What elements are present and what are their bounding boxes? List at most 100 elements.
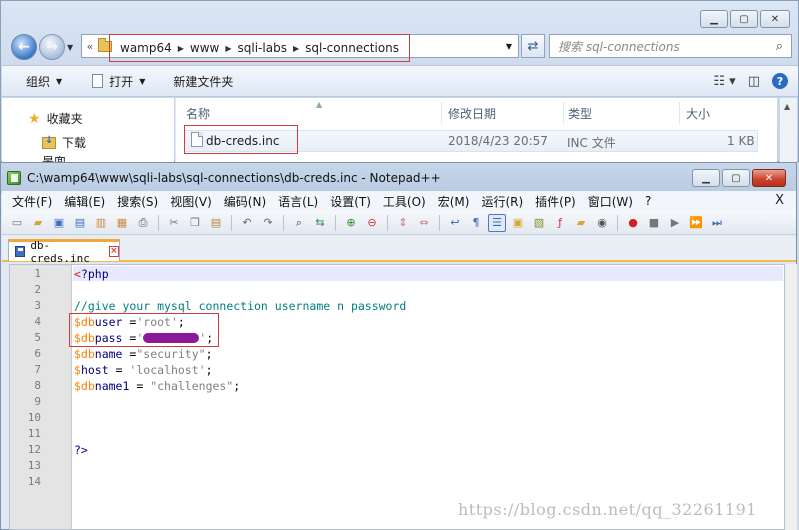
breadcrumb-separator-icon[interactable]: ▶ (178, 44, 184, 53)
line-number: 14 (27, 475, 41, 488)
menu-search[interactable]: 搜索(S) (111, 193, 164, 210)
breadcrumb: wamp64 ▶ www ▶ sqli-labs ▶ sql-connectio… (109, 34, 411, 62)
open-button[interactable]: 打开 ▼ (72, 73, 155, 90)
function-list-icon[interactable]: ƒ (551, 214, 569, 232)
close-button[interactable]: ✕ (760, 10, 790, 28)
word-wrap-icon[interactable]: ↩ (446, 214, 464, 232)
folder-workspace-icon[interactable]: ▰ (572, 214, 590, 232)
minimize-button[interactable]: ▁ (692, 169, 720, 187)
search-icon[interactable]: ⌕ (776, 39, 783, 54)
scroll-up-icon[interactable]: ▲ (784, 102, 790, 111)
zoom-out-icon[interactable]: ⊖ (363, 214, 381, 232)
stop-macro-icon[interactable]: ■ (645, 214, 663, 232)
toolbar-separator (439, 214, 440, 231)
maximize-button[interactable]: ▢ (730, 10, 758, 28)
copy-icon[interactable]: ❐ (186, 214, 204, 232)
column-header-size[interactable]: 大小 (686, 102, 758, 124)
breadcrumb-item[interactable]: sql-connections (305, 41, 399, 55)
sync-vertical-icon[interactable]: ⇕ (394, 214, 412, 232)
column-header-modified[interactable]: 修改日期 (448, 102, 564, 124)
redo-icon[interactable]: ↷ (259, 214, 277, 232)
menu-plugins[interactable]: 插件(P) (529, 193, 582, 210)
line-number: 3 (34, 299, 41, 312)
column-header-label: 名称 (186, 106, 211, 121)
menu-file[interactable]: 文件(F) (6, 193, 58, 210)
breadcrumb-item[interactable]: sqli-labs (238, 41, 287, 55)
toolbar-separator (617, 214, 618, 231)
menu-macro[interactable]: 宏(M) (432, 193, 476, 210)
close-file-icon[interactable]: ▥ (92, 214, 110, 232)
menu-run[interactable]: 运行(R) (475, 193, 529, 210)
view-controls: ☷ ▾ ◫ ? (713, 73, 788, 89)
menu-edit[interactable]: 编辑(E) (58, 193, 111, 210)
menu-view[interactable]: 视图(V) (164, 193, 218, 210)
menu-window[interactable]: 窗口(W) (582, 193, 639, 210)
save-all-icon[interactable]: ▤ (71, 214, 89, 232)
user-language-icon[interactable]: ▣ (509, 214, 527, 232)
new-folder-button[interactable]: 新建文件夹 (155, 73, 243, 90)
maximize-button[interactable]: ▢ (722, 169, 750, 187)
recent-pages-dropdown[interactable]: ▼ (67, 43, 79, 52)
arrow-right-icon: → (46, 39, 58, 55)
print-icon[interactable]: ⎙ (134, 214, 152, 232)
close-document-icon[interactable]: X (775, 193, 784, 208)
variable-prefix: $db (74, 347, 95, 361)
operator: = (108, 363, 130, 377)
close-button[interactable]: ✕ (752, 169, 786, 187)
menu-help[interactable]: ? (639, 194, 657, 208)
menu-language[interactable]: 语言(L) (272, 193, 324, 210)
minimize-button[interactable]: ▁ (700, 10, 728, 28)
menu-settings[interactable]: 设置(T) (324, 193, 377, 210)
open-file-icon[interactable]: ▰ (29, 214, 47, 232)
breadcrumb-separator-icon[interactable]: ▶ (293, 44, 299, 53)
menu-encoding[interactable]: 编码(N) (218, 193, 272, 210)
doc-map-icon[interactable]: ▧ (530, 214, 548, 232)
sidebar-item-favorites[interactable]: ★ 收藏夹 (28, 110, 83, 127)
column-header-type[interactable]: 类型 (568, 102, 680, 124)
menu-tools[interactable]: 工具(O) (377, 193, 432, 210)
credentials-highlight-box (69, 313, 219, 347)
replace-icon[interactable]: ⇆ (311, 214, 329, 232)
code-editor[interactable]: 1 2 3 4 5 6 7 8 9 10 11 12 13 14 <?php /… (9, 264, 785, 530)
toolbar-separator (158, 214, 159, 231)
breadcrumb-item[interactable]: www (190, 41, 219, 55)
address-overflow-chevron[interactable]: « (82, 40, 98, 53)
preview-pane-icon[interactable]: ◫ (748, 74, 760, 89)
code-line-7: $host = 'localhost'; (74, 363, 213, 377)
undo-icon[interactable]: ↶ (238, 214, 256, 232)
save-macro-icon[interactable]: ⏭ (708, 214, 726, 232)
breadcrumb-separator-icon[interactable]: ▶ (225, 44, 231, 53)
run-macro-multiple-icon[interactable]: ⏩ (687, 214, 705, 232)
address-dropdown-icon[interactable]: ▼ (506, 42, 512, 51)
refresh-button[interactable]: ⇄ (521, 34, 545, 58)
find-icon[interactable]: ⌕ (290, 214, 308, 232)
breadcrumb-item[interactable]: wamp64 (120, 41, 172, 55)
sync-horizontal-icon[interactable]: ⇔ (415, 214, 433, 232)
tab-close-icon[interactable]: × (108, 246, 119, 257)
toolbar-separator (387, 214, 388, 231)
forward-button[interactable]: → (39, 34, 65, 60)
sidebar-item-downloads[interactable]: 下载 (42, 134, 86, 151)
close-all-icon[interactable]: ▦ (113, 214, 131, 232)
search-placeholder: 搜索 sql-connections (558, 39, 680, 54)
view-options-icon[interactable]: ☷ ▾ (713, 74, 735, 89)
organize-button[interactable]: 组织 ▼ (2, 73, 72, 90)
new-file-icon[interactable]: ▭ (8, 214, 26, 232)
search-input[interactable]: 搜索 sql-connections ⌕ (549, 34, 792, 58)
cut-icon[interactable]: ✂ (165, 214, 183, 232)
back-button[interactable]: ← (11, 34, 37, 60)
column-header-name[interactable]: 名称 ▲ (186, 100, 442, 124)
arrow-left-icon: ← (18, 39, 30, 55)
record-macro-icon[interactable]: ● (624, 214, 642, 232)
save-icon[interactable]: ▣ (50, 214, 68, 232)
paste-icon[interactable]: ▤ (207, 214, 225, 232)
indent-guide-icon[interactable]: ☰ (488, 213, 506, 232)
zoom-in-icon[interactable]: ⊕ (342, 214, 360, 232)
play-macro-icon[interactable]: ▶ (666, 214, 684, 232)
editor-scrollbar[interactable] (785, 264, 797, 530)
tab-db-creds[interactable]: db-creds.inc × (8, 239, 120, 265)
file-list-scrollbar[interactable]: ▲ (779, 98, 797, 162)
help-icon[interactable]: ? (772, 73, 788, 89)
show-all-characters-icon[interactable]: ¶ (467, 214, 485, 232)
monitoring-icon[interactable]: ◉ (593, 214, 611, 232)
